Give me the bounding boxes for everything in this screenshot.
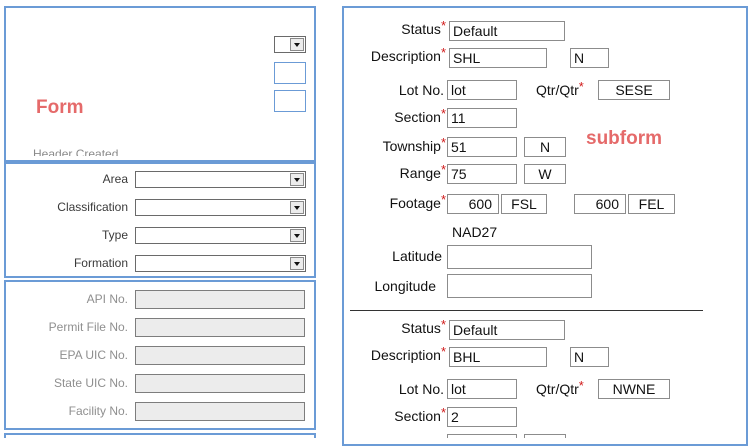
qtr-qtr-field[interactable]: NWNE [598,379,670,399]
subform-title: subform [586,128,662,149]
state-uic-no-label: State UIC No. [53,376,128,390]
classification-label: Classification [57,200,128,214]
description-field[interactable]: SHL [449,48,547,68]
description-flag-field[interactable]: N [570,48,609,68]
footage-ew-field[interactable]: 600 [574,194,626,214]
qtr-qtr-label: Qtr/Qtr* [536,378,584,397]
state-uic-no-field [135,374,305,393]
form-classification-section: Area Classification Type Formation [4,162,316,278]
area-label: Area [102,172,128,186]
section-label: Section* [394,106,446,125]
facility-no-field [135,402,305,421]
chevron-down-icon[interactable] [290,257,304,270]
subform-panel [342,6,748,446]
qtr-qtr-field[interactable]: SESE [598,80,670,100]
qtr-qtr-label: Qtr/Qtr* [536,79,584,98]
description-label: Description* [370,45,446,64]
type-label: Type [101,228,128,242]
lot-field[interactable]: lot [447,80,517,100]
area-dropdown[interactable] [135,171,306,188]
range-direction-field[interactable]: W [524,164,566,184]
chevron-down-icon[interactable] [290,201,304,214]
longitude-label: Longitude [374,278,436,294]
township-direction-field-partial[interactable] [524,434,566,438]
permit-file-no-label: Permit File No. [48,320,128,334]
epa-uic-no-label: EPA UIC No. [59,348,128,362]
lot-no-label: Lot No. [398,82,444,98]
api-no-field [135,290,305,309]
form-footer-border [4,433,316,438]
description-flag-field[interactable]: N [570,347,609,367]
status-label: Status* [401,18,446,37]
record-divider [350,310,703,311]
township-direction-field[interactable]: N [524,137,566,157]
facility-no-label: Facility No. [68,404,128,418]
datum-label: NAD27 [452,224,498,240]
chevron-down-icon[interactable] [290,38,304,51]
form-header-section: Form Header Created [4,6,316,162]
township-label: Township* [382,135,446,154]
status-label: Status* [401,317,446,336]
api-no-label: API No. [86,292,128,306]
form-identifiers-section: API No. Permit File No. EPA UIC No. Stat… [4,280,316,430]
longitude-field[interactable] [447,274,592,298]
type-dropdown[interactable] [135,227,306,244]
section-label: Section* [394,405,446,424]
classification-dropdown[interactable] [135,199,306,216]
chevron-down-icon[interactable] [290,173,304,186]
section-field[interactable]: 11 [447,108,517,128]
lot-field[interactable]: lot [447,379,517,399]
township-field-partial[interactable] [447,434,517,438]
formation-label: Formation [73,256,128,270]
permit-file-no-field [135,318,305,337]
header-field-2[interactable] [274,90,306,112]
formation-dropdown[interactable] [135,255,306,272]
range-field[interactable]: 75 [447,164,517,184]
description-label: Description* [370,344,446,363]
status-field[interactable]: Default [449,21,565,41]
range-label: Range* [399,162,446,181]
header-created-label: Header Created [33,147,119,156]
status-field[interactable]: Default [449,320,565,340]
lot-no-label: Lot No. [398,381,444,397]
footage-label: Footage* [389,192,446,211]
header-field-1[interactable] [274,62,306,84]
epa-uic-no-field [135,346,305,365]
chevron-down-icon[interactable] [290,229,304,242]
footage-ew-ref-field[interactable]: FEL [628,194,675,214]
section-field[interactable]: 2 [447,407,517,427]
form-title: Form [36,97,84,118]
latitude-field[interactable] [447,245,592,269]
footage-ns-ref-field[interactable]: FSL [501,194,547,214]
latitude-label: Latitude [392,248,442,264]
township-field[interactable]: 51 [447,137,517,157]
description-field[interactable]: BHL [449,347,547,367]
footage-ns-field[interactable]: 600 [447,194,499,214]
header-dropdown[interactable] [274,36,306,53]
